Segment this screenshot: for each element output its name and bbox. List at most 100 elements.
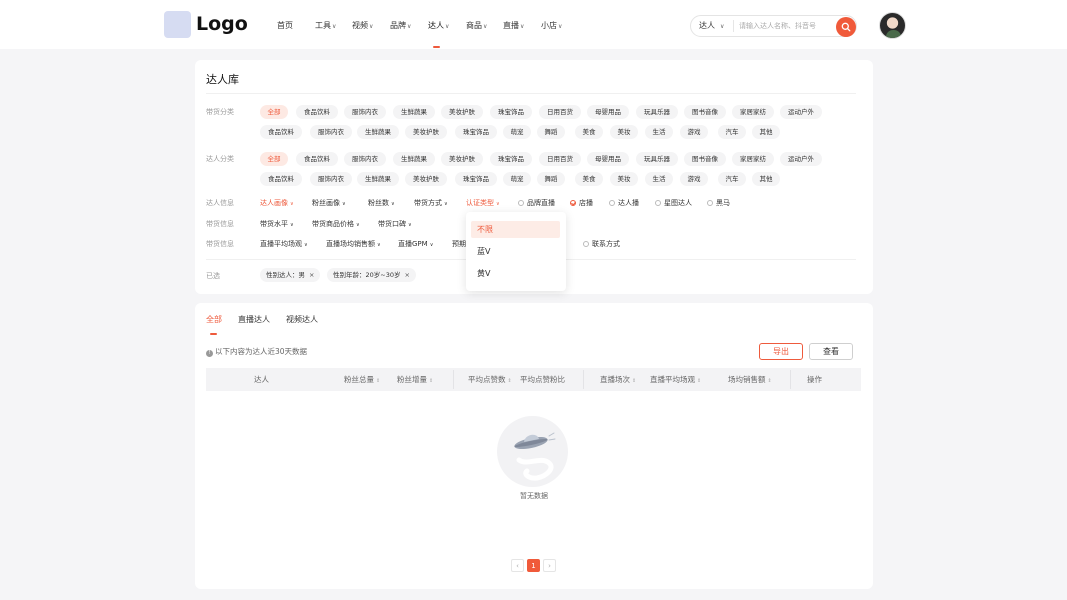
column-avg-sales[interactable]: 场均销售额 ⇕: [728, 368, 772, 391]
dropdown-option[interactable]: 黄V: [471, 265, 560, 282]
checkbox-xingtu[interactable]: 星图达人: [655, 198, 692, 208]
category-chip[interactable]: 生活: [645, 172, 673, 186]
filter-sales-method[interactable]: 带货方式 ∨: [414, 198, 448, 208]
search-button[interactable]: [836, 17, 856, 37]
close-icon[interactable]: ×: [309, 271, 314, 279]
close-icon[interactable]: ×: [405, 271, 410, 279]
logo-image[interactable]: [164, 11, 191, 38]
checkbox-contact[interactable]: 联系方式: [583, 239, 620, 249]
category-chip[interactable]: 食品饮料: [296, 105, 338, 119]
category-chip[interactable]: 游戏: [680, 172, 708, 186]
dropdown-option[interactable]: 蓝V: [471, 243, 560, 260]
category-chip[interactable]: 服饰内衣: [310, 125, 352, 139]
category-chip[interactable]: 日用百货: [539, 105, 581, 119]
nav-item-tools[interactable]: 工具∨: [315, 0, 336, 49]
category-chip[interactable]: 全部: [260, 105, 288, 119]
category-chip[interactable]: 萌宠: [503, 172, 531, 186]
category-chip[interactable]: 其他: [752, 172, 780, 186]
nav-item-product[interactable]: 商品∨: [466, 0, 487, 49]
category-chip[interactable]: 玩具乐器: [636, 152, 678, 166]
category-chip[interactable]: 全部: [260, 152, 288, 166]
category-chip[interactable]: 家居家纺: [732, 105, 774, 119]
checkbox-influencer-live[interactable]: 达人播: [609, 198, 639, 208]
category-chip[interactable]: 生鲜蔬果: [393, 105, 435, 119]
filter-sales-level[interactable]: 带货水平 ∨: [260, 219, 294, 229]
category-chip[interactable]: 珠宝饰品: [455, 172, 497, 186]
category-chip[interactable]: 运动户外: [780, 105, 822, 119]
nav-item-home[interactable]: 首页: [277, 0, 293, 49]
category-chip[interactable]: 服饰内衣: [344, 152, 386, 166]
category-chip[interactable]: 美妆护肤: [405, 125, 447, 139]
category-chip[interactable]: 生鲜蔬果: [393, 152, 435, 166]
filter-live-avg-sales[interactable]: 直播场均销售额 ∨: [326, 239, 381, 249]
category-chip[interactable]: 珠宝饰品: [490, 105, 532, 119]
category-chip[interactable]: 生鲜蔬果: [357, 172, 399, 186]
filter-fan-count[interactable]: 粉丝数 ∨: [368, 198, 395, 208]
filter-influencer-profile[interactable]: 达人画像 ∨: [260, 198, 294, 208]
checkbox-dark-horse[interactable]: 黑马: [707, 198, 730, 208]
category-chip[interactable]: 美妆: [610, 125, 638, 139]
column-fans-total[interactable]: 粉丝总量 ⇕: [344, 368, 380, 391]
category-chip[interactable]: 汽车: [718, 125, 746, 139]
nav-item-brand[interactable]: 品牌∨: [390, 0, 411, 49]
category-chip[interactable]: 美妆护肤: [441, 152, 483, 166]
tab-video-influencers[interactable]: 视频达人: [286, 314, 318, 325]
category-chip[interactable]: 其他: [752, 125, 780, 139]
category-chip[interactable]: 生鲜蔬果: [357, 125, 399, 139]
category-chip[interactable]: 食品饮料: [296, 152, 338, 166]
column-avg-likes[interactable]: 平均点赞数 ⇕: [468, 368, 512, 391]
category-chip[interactable]: 母婴用品: [587, 105, 629, 119]
selected-tag[interactable]: 性别年龄：20岁~30岁 ×: [327, 268, 416, 282]
category-chip[interactable]: 服饰内衣: [344, 105, 386, 119]
filter-product-price[interactable]: 带货商品价格 ∨: [312, 219, 360, 229]
category-chip[interactable]: 食品饮料: [260, 125, 302, 139]
tab-live-influencers[interactable]: 直播达人: [238, 314, 270, 325]
nav-item-video[interactable]: 视频∨: [352, 0, 373, 49]
checkbox-store-live[interactable]: 店播: [570, 198, 593, 208]
category-chip[interactable]: 运动户外: [780, 152, 822, 166]
view-button[interactable]: 查看: [809, 343, 853, 360]
logo-text[interactable]: Logo: [196, 12, 248, 36]
tab-all[interactable]: 全部: [206, 314, 222, 325]
filter-fan-profile[interactable]: 粉丝画像 ∨: [312, 198, 346, 208]
category-chip[interactable]: 舞蹈: [537, 172, 565, 186]
category-chip[interactable]: 服饰内衣: [310, 172, 352, 186]
category-chip[interactable]: 美妆: [610, 172, 638, 186]
category-chip[interactable]: 美妆护肤: [405, 172, 447, 186]
pagination-next[interactable]: ›: [543, 559, 556, 572]
filter-live-avg-views[interactable]: 直播平均场观 ∨: [260, 239, 308, 249]
nav-item-live[interactable]: 直播∨: [503, 0, 524, 49]
category-chip[interactable]: 游戏: [680, 125, 708, 139]
nav-item-shop[interactable]: 小店∨: [541, 0, 562, 49]
selected-tag[interactable]: 性别达人：男 ×: [260, 268, 321, 282]
category-chip[interactable]: 美妆护肤: [441, 105, 483, 119]
filter-live-gpm[interactable]: 直播GPM ∨: [398, 239, 433, 249]
filter-cert-type[interactable]: 认证类型 ∨: [466, 198, 500, 208]
category-chip[interactable]: 珠宝饰品: [455, 125, 497, 139]
dropdown-option[interactable]: 不限: [471, 221, 560, 238]
category-chip[interactable]: 图书音像: [684, 152, 726, 166]
category-chip[interactable]: 图书音像: [684, 105, 726, 119]
user-avatar[interactable]: [879, 12, 906, 39]
category-chip[interactable]: 家居家纺: [732, 152, 774, 166]
category-chip[interactable]: 珠宝饰品: [490, 152, 532, 166]
export-button[interactable]: 导出: [759, 343, 803, 360]
category-chip[interactable]: 食品饮料: [260, 172, 302, 186]
category-chip[interactable]: 美食: [575, 125, 603, 139]
category-chip[interactable]: 日用百货: [539, 152, 581, 166]
search-type-select[interactable]: 达人 ∨: [699, 15, 724, 37]
filter-expected[interactable]: 预期: [452, 239, 466, 249]
column-live-avg-views[interactable]: 直播平均场观 ⇕: [650, 368, 701, 391]
search-input[interactable]: [739, 17, 834, 35]
nav-item-influencer[interactable]: 达人∨: [428, 0, 449, 49]
category-chip[interactable]: 萌宠: [503, 125, 531, 139]
category-chip[interactable]: 舞蹈: [537, 125, 565, 139]
column-live-count[interactable]: 直播场次 ⇕: [600, 368, 636, 391]
column-fans-growth[interactable]: 粉丝增量 ⇕: [397, 368, 433, 391]
category-chip[interactable]: 汽车: [718, 172, 746, 186]
category-chip[interactable]: 美食: [575, 172, 603, 186]
category-chip[interactable]: 生活: [645, 125, 673, 139]
checkbox-brand-live[interactable]: 品牌直播: [518, 198, 555, 208]
pagination-prev[interactable]: ‹: [511, 559, 524, 572]
pagination-page[interactable]: 1: [527, 559, 540, 572]
